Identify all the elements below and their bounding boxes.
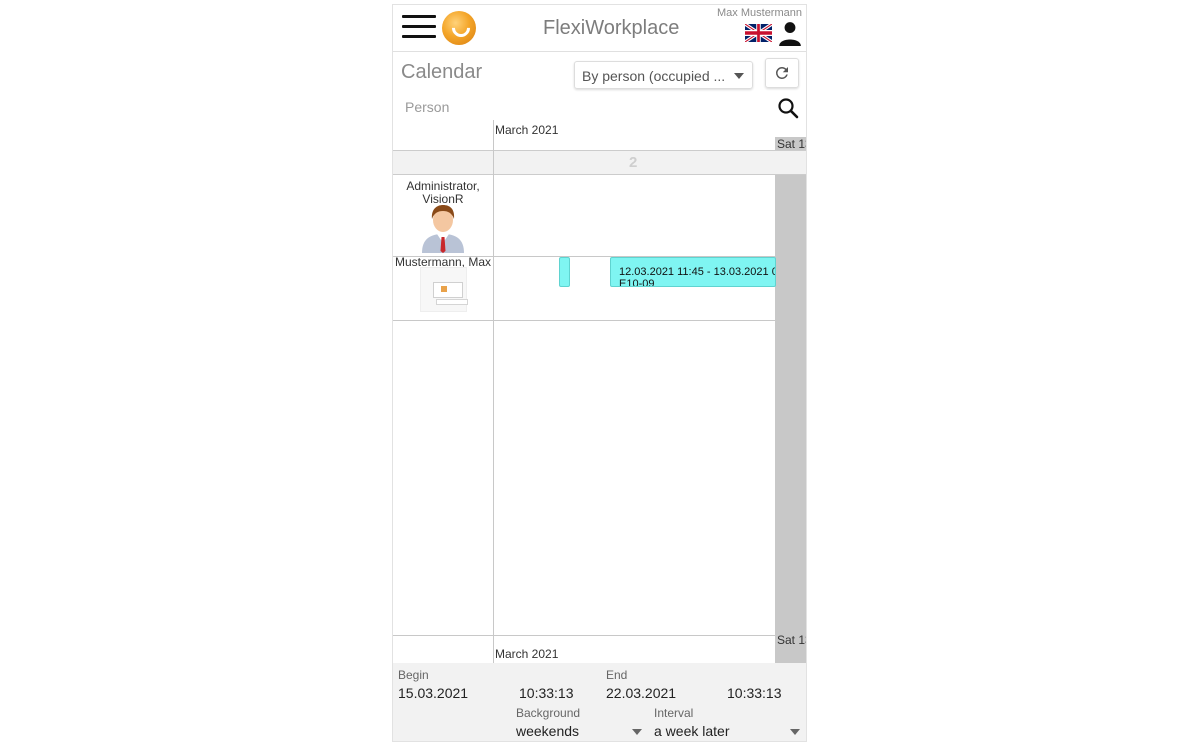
booking-event-time: 12.03.2021 11:45 - 13.03.2021 0	[619, 266, 776, 278]
day-header-bottom: Sat 13	[777, 633, 806, 647]
day-header-top: Sat 13	[777, 137, 806, 151]
month-header-bottom: March 2021	[495, 647, 559, 661]
background-select[interactable]: weekends	[516, 722, 642, 741]
user-account-icon[interactable]	[777, 20, 803, 46]
top-bar: FlexiWorkplace Max Mustermann	[393, 5, 806, 52]
page-title: Calendar	[401, 61, 483, 83]
username: Max Mustermann	[717, 7, 802, 19]
logo	[442, 11, 476, 45]
interval-value: a week later	[654, 723, 730, 739]
person-photo-thumbnail	[420, 267, 468, 312]
month-header-top: March 2021	[495, 123, 559, 137]
person-filter-label[interactable]: Person	[405, 99, 449, 115]
view-mode-select[interactable]: By person (occupied ...	[574, 61, 753, 89]
refresh-button[interactable]	[765, 58, 799, 88]
search-icon[interactable]	[776, 96, 800, 120]
background-value: weekends	[516, 723, 580, 739]
begin-time-field[interactable]: 10:33:13	[519, 685, 574, 701]
refresh-icon	[775, 66, 788, 79]
app-title: FlexiWorkplace	[543, 17, 680, 39]
booking-event-small[interactable]	[559, 257, 570, 287]
chevron-down-icon	[632, 729, 642, 735]
date-range-panel: Begin 15.03.2021 10:33:13 End 22.03.2021…	[393, 663, 806, 741]
week-number-row: 2	[393, 150, 806, 175]
uk-flag-icon[interactable]	[745, 24, 772, 42]
chevron-down-icon	[734, 73, 744, 79]
row-divider	[393, 320, 806, 321]
calendar-grid: 2 March 2021 Sat 13 Administrator, Visio…	[393, 120, 806, 663]
interval-label: Interval	[654, 706, 694, 720]
booking-event[interactable]: 12.03.2021 11:45 - 13.03.2021 0 E10-09	[610, 257, 776, 287]
background-label: Background	[516, 706, 581, 720]
begin-label: Begin	[398, 668, 429, 682]
chevron-down-icon	[790, 729, 800, 735]
weekend-column	[775, 137, 806, 663]
view-mode-value: By person (occupied ...	[582, 68, 726, 84]
hamburger-menu-icon[interactable]	[402, 15, 436, 41]
end-label: End	[606, 668, 628, 682]
interval-select[interactable]: a week later	[654, 722, 800, 741]
end-date-field[interactable]: 22.03.2021	[606, 685, 676, 701]
column-divider	[493, 120, 494, 663]
row-divider	[393, 635, 806, 636]
app-window: FlexiWorkplace Max Mustermann Calendar B…	[392, 4, 807, 742]
end-time-field[interactable]: 10:33:13	[727, 685, 782, 701]
avatar	[422, 205, 464, 253]
begin-date-field[interactable]: 15.03.2021	[398, 685, 468, 701]
week-number: 2	[629, 154, 638, 171]
booking-event-room: E10-09	[619, 278, 655, 287]
